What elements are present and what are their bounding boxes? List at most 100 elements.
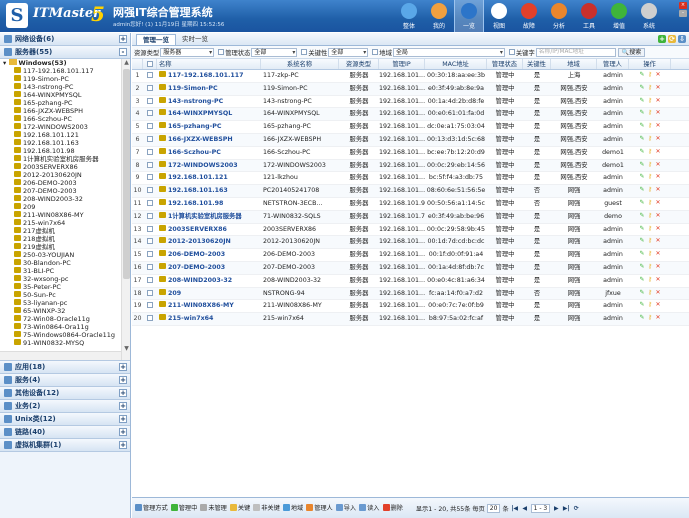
nav-item-monitor[interactable]: 整体	[394, 0, 424, 32]
delete-icon[interactable]: ✕	[655, 187, 661, 193]
key-icon[interactable]: ⚷	[647, 84, 653, 91]
edit-icon[interactable]: ✎	[639, 187, 645, 193]
row-checkbox[interactable]	[147, 84, 153, 91]
play-action[interactable]: 管理中	[170, 503, 197, 512]
last-page-icon[interactable]: ▶|	[562, 504, 570, 513]
resource-name[interactable]: 215-win7x64	[157, 313, 261, 325]
table-row[interactable]: 1 117-192.168.101.117 117-zkp-PC 服务器 192.168…	[132, 70, 689, 83]
tree-item[interactable]: 192.168.101.163	[0, 139, 121, 147]
key-icon[interactable]: ⚷	[647, 302, 653, 308]
key-icon[interactable]: ⚷	[647, 174, 653, 180]
key-filter-select[interactable]: 全部	[328, 47, 369, 57]
keyword-filter-checkbox[interactable]	[508, 49, 515, 55]
edit-icon[interactable]: ✎	[639, 212, 645, 219]
table-row[interactable]: 7 166-Sczhou-PC 166-Sczhou-PC 服务器 192.168.10…	[132, 147, 689, 160]
tree-item[interactable]: 164-WINXPMYSQL	[0, 91, 121, 99]
table-row[interactable]: 14 2012-20130620JN 2012-20130620JN 服务器 192.1…	[132, 236, 689, 250]
tree-item[interactable]: 218虚拟机	[0, 235, 121, 243]
delete-icon[interactable]: ✕	[655, 135, 661, 142]
sidebar-section-b5[interactable]: 链路(40) +	[0, 426, 130, 439]
tree-group-windows[interactable]: ▾ Windows(53)	[0, 59, 121, 67]
expand-toggle-icon[interactable]: +	[119, 428, 127, 436]
keyword-search-input[interactable]: 名称/IP/MAC地址	[535, 47, 616, 57]
row-checkbox[interactable]	[147, 276, 153, 283]
resource-name[interactable]: 192.168.101.163	[157, 185, 261, 197]
delete-icon[interactable]: ✕	[655, 161, 661, 168]
resource-name[interactable]: 143-nstrong-PC	[157, 96, 261, 108]
key-icon[interactable]: ⚷	[647, 161, 653, 168]
row-checkbox[interactable]	[147, 212, 153, 219]
delete-icon[interactable]: ✕	[655, 97, 661, 104]
export-icon[interactable]: ⇩	[678, 35, 686, 43]
table-row[interactable]: 8 172-WINDOWS2003 172-WINDOWS2003 服务器 192.16…	[132, 159, 689, 173]
key-filter-checkbox[interactable]	[301, 49, 308, 55]
tree-hscrollbar[interactable]	[0, 351, 121, 360]
resource-name[interactable]: 165-pzhang-PC	[157, 121, 261, 133]
column-header[interactable]: 管理人	[597, 59, 629, 69]
resource-name[interactable]: 206-DEMO-2003	[157, 249, 261, 261]
tree-item[interactable]: 73-Win0864-Ora11g	[0, 323, 121, 331]
add-icon[interactable]: +	[658, 35, 666, 43]
delete-icon[interactable]: ✕	[655, 123, 661, 129]
tree-item[interactable]: 219虚拟机	[0, 243, 121, 251]
tree-item[interactable]: 206-DEMO-2003	[0, 179, 121, 187]
region-filter-select[interactable]: 全局	[392, 47, 505, 57]
edit-icon[interactable]: ✎	[639, 110, 645, 116]
tree-item[interactable]: 53-liyanan-pc	[0, 299, 121, 307]
column-header[interactable]: 资源类型	[339, 59, 379, 69]
edit-icon[interactable]: ✎	[639, 315, 645, 321]
delete-icon[interactable]: ✕	[655, 212, 661, 219]
table-row[interactable]: 12 1计算机实验室机房服务器 71-WIN0832-SQLS 服务器 192.168.…	[132, 210, 689, 224]
expand-toggle-icon[interactable]: +	[119, 389, 127, 397]
key-icon[interactable]: ⚷	[647, 238, 653, 244]
key-icon[interactable]: ⚷	[647, 187, 653, 193]
resource-name[interactable]: 2012-20130620JN	[157, 236, 261, 248]
status-filter-select[interactable]: 全部	[251, 47, 298, 57]
tree-item[interactable]: 166-JXZX-WEBSPH	[0, 107, 121, 115]
row-checkbox[interactable]	[147, 135, 153, 142]
nav-item-view[interactable]: 视图	[484, 0, 514, 32]
key-icon[interactable]: ⚷	[647, 123, 653, 129]
status-filter-checkbox[interactable]	[218, 49, 225, 55]
row-checkbox[interactable]	[147, 302, 153, 309]
tree-item[interactable]: 143-nstrong-PC	[0, 83, 121, 91]
delete-icon[interactable]: ✕	[655, 225, 661, 232]
import-action[interactable]: 导入	[335, 503, 356, 512]
resource-name[interactable]: 172-WINDOWS2003	[157, 160, 261, 172]
delete-icon[interactable]: ✕	[655, 302, 661, 308]
row-checkbox[interactable]	[147, 110, 153, 117]
tree-item[interactable]: 91-WIN0832-MYSQ	[0, 339, 121, 347]
key-icon[interactable]: ⚷	[647, 199, 653, 206]
key-icon[interactable]: ⚷	[647, 251, 653, 257]
column-header[interactable]: 系统名称	[261, 59, 339, 69]
column-header[interactable]: 地域	[551, 59, 597, 69]
edit-icon[interactable]: ✎	[639, 174, 645, 180]
person-action[interactable]: 管理人	[306, 503, 333, 512]
delete-action[interactable]: 删除	[382, 503, 403, 512]
expand-toggle-icon[interactable]: +	[119, 376, 127, 384]
minimize-icon[interactable]: –	[679, 10, 687, 17]
tree-item[interactable]: 65-WINXP-32	[0, 307, 121, 315]
row-checkbox[interactable]	[147, 238, 153, 245]
edit-icon[interactable]: ✎	[639, 123, 645, 129]
edit-icon[interactable]: ✎	[639, 199, 645, 206]
per-page-select[interactable]: 20	[486, 503, 501, 513]
delete-icon[interactable]: ✕	[655, 251, 661, 257]
edit-icon[interactable]: ✎	[639, 148, 645, 155]
row-checkbox[interactable]	[147, 174, 153, 181]
table-row[interactable]: 17 208-WIND2003-32 208-WIND2003-32 服务器 192.1…	[132, 275, 689, 288]
tree-item[interactable]: 2003SERVERX86	[0, 163, 121, 171]
first-page-icon[interactable]: |◀	[511, 504, 519, 513]
scroll-up-icon[interactable]: ▲	[122, 59, 130, 67]
table-row[interactable]: 10 192.168.101.163 PC201405241708 服务器 192.16…	[132, 185, 689, 198]
tree-item[interactable]: 31-BLI-PC	[0, 267, 121, 275]
expand-toggle-icon[interactable]: +	[119, 402, 127, 410]
row-checkbox[interactable]	[147, 263, 153, 270]
tree-item[interactable]: 2012-20130620JN	[0, 171, 121, 179]
resource-name[interactable]: 1计算机实验室机房服务器	[157, 211, 261, 223]
key-icon[interactable]: ⚷	[647, 110, 653, 116]
edit-icon[interactable]: ✎	[639, 251, 645, 257]
tree-item[interactable]: 172-WINDOWS2003	[0, 123, 121, 131]
table-row[interactable]: 5 165-pzhang-PC 165-pzhang-PC 服务器 192.168.10…	[132, 121, 689, 134]
table-row[interactable]: 9 192.168.101.121 121-lkzhou 服务器 192.168.101…	[132, 172, 689, 186]
